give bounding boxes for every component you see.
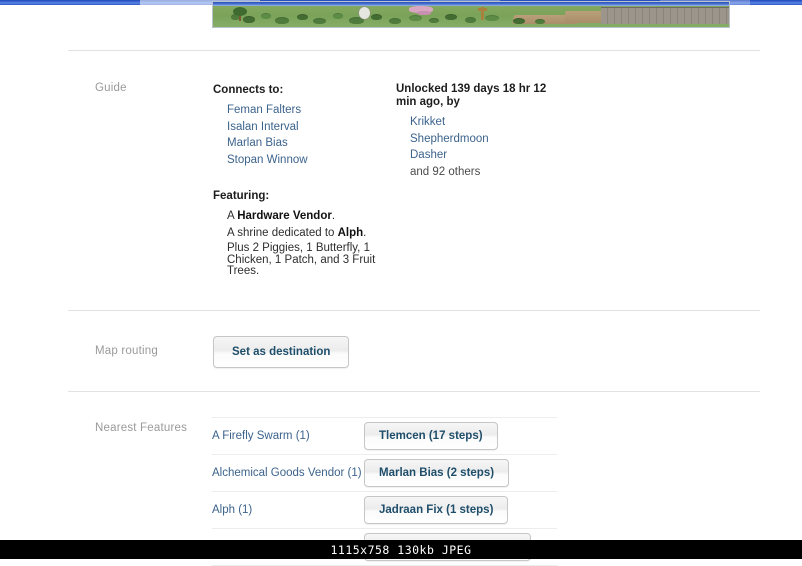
feature-destination-cell: Jadraan Fix (1 steps) xyxy=(364,491,557,529)
table-row: A Firefly Swarm (1) Tlemcen (17 steps) xyxy=(212,417,557,455)
table-row: Alchemical Goods Vendor (1) Marlan Bias … xyxy=(212,454,557,492)
bush-icon xyxy=(445,14,457,20)
bush-icon xyxy=(243,16,255,23)
feature-name-cell: Alchemical Goods Vendor (1) xyxy=(212,454,364,492)
connects-to-link[interactable]: Marlan Bias xyxy=(213,135,308,152)
feature-name-cell: A Firefly Swarm (1) xyxy=(212,417,364,455)
bush-icon xyxy=(409,15,422,21)
bush-icon xyxy=(333,13,343,19)
nearest-destination-button[interactable]: Marlan Bias (2 steps) xyxy=(364,459,510,487)
tree-icon xyxy=(233,7,247,16)
stone-wall xyxy=(601,7,729,24)
bush-icon xyxy=(535,19,545,24)
character-sprite xyxy=(359,7,370,19)
image-info-status-bar: 1115x758 130kb JPEG xyxy=(0,540,802,559)
table-row: Alph (1) Jadraan Fix (1 steps) xyxy=(212,491,557,529)
nearest-features-label: Nearest Features xyxy=(95,422,188,434)
connects-to-block: Connects to: Feman Falters Isalan Interv… xyxy=(213,83,308,168)
flower-patch-icon xyxy=(417,11,431,15)
signpost-icon xyxy=(478,8,487,11)
section-divider xyxy=(68,391,760,392)
map-routing-label: Map routing xyxy=(95,345,158,357)
featuring-heading: Featuring: xyxy=(213,190,270,202)
connects-to-link[interactable]: Isalan Interval xyxy=(213,119,308,136)
featuring-plus-line: Plus 2 Piggies, 1 Butterfly, 1 Chicken, … xyxy=(227,242,376,277)
unlocked-by-user-link[interactable]: Shepherdmoon xyxy=(396,131,556,148)
section-divider xyxy=(68,310,760,311)
featuring-block: Featuring: A Hardware Vendor. A shrine d… xyxy=(213,189,379,278)
unlocked-by-block: Unlocked 139 days 18 hr 12 min ago, by K… xyxy=(396,83,556,180)
section-divider xyxy=(68,50,760,51)
connects-to-heading: Connects to: xyxy=(213,84,284,96)
bush-icon xyxy=(261,13,271,19)
nearest-destination-button[interactable]: Tlemcen (17 steps) xyxy=(364,422,498,450)
unlocked-by-user-link[interactable]: Krikket xyxy=(396,114,556,131)
bush-icon xyxy=(389,18,401,24)
bush-icon xyxy=(275,17,289,24)
featuring-item: A shrine dedicated to Alph. xyxy=(227,226,367,239)
bush-icon xyxy=(371,14,382,20)
feature-destination-cell: Marlan Bias (2 steps) xyxy=(364,454,557,492)
sky-strip xyxy=(213,2,729,6)
unlocked-by-user-link[interactable]: Dasher xyxy=(396,147,556,164)
connects-to-link[interactable]: Stopan Winnow xyxy=(213,152,308,169)
unlocked-heading: Unlocked 139 days 18 hr 12 min ago, by xyxy=(396,83,547,108)
bush-icon xyxy=(313,18,326,24)
guide-section-label: Guide xyxy=(95,82,127,94)
bush-icon xyxy=(429,18,439,23)
bush-icon xyxy=(485,15,499,21)
bush-icon xyxy=(297,14,308,20)
page-content: Guide Connects to: Feman Falters Isalan … xyxy=(0,1,802,566)
bush-icon xyxy=(465,17,476,23)
featuring-item: A Hardware Vendor. xyxy=(227,210,336,222)
bush-icon xyxy=(513,18,525,24)
unlocked-by-others-text: and 92 others xyxy=(410,165,481,178)
image-info-text: 1115x758 130kb JPEG xyxy=(330,542,472,557)
feature-name-cell: Alph (1) xyxy=(212,491,364,529)
location-screenshot-image xyxy=(212,1,730,28)
connects-to-link[interactable]: Feman Falters xyxy=(213,102,308,119)
feature-destination-cell: Tlemcen (17 steps) xyxy=(364,417,557,455)
nearest-destination-button[interactable]: Jadraan Fix (1 steps) xyxy=(364,496,509,524)
set-as-destination-button[interactable]: Set as destination xyxy=(213,336,350,368)
